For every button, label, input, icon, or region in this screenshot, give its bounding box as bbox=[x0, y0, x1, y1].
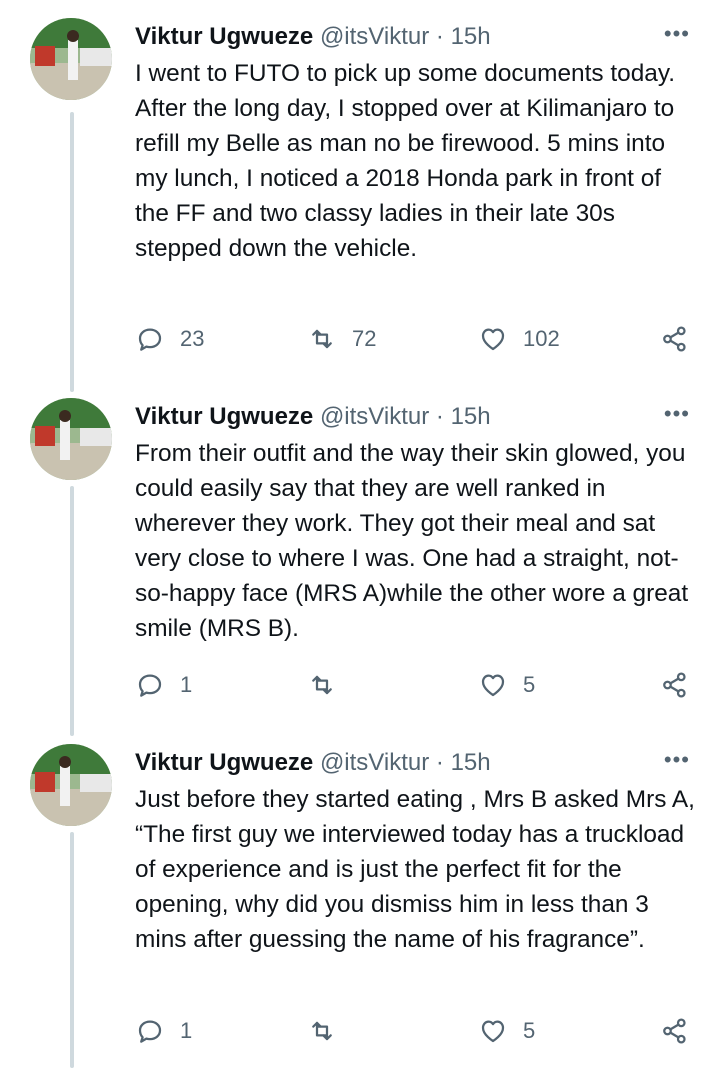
tweet-actions: 23 72 102 bbox=[135, 322, 695, 356]
share-icon bbox=[663, 672, 686, 698]
timestamp[interactable]: 15h bbox=[451, 23, 491, 50]
display-name[interactable]: Viktur Ugwueze bbox=[135, 403, 313, 430]
more-options-icon[interactable]: ••• bbox=[664, 21, 690, 47]
tweet-actions: 1 5 bbox=[135, 1014, 695, 1048]
avatar[interactable] bbox=[30, 18, 112, 100]
like-button[interactable]: 5 bbox=[478, 668, 535, 702]
avatar[interactable] bbox=[30, 744, 112, 826]
reply-button[interactable]: 23 bbox=[135, 322, 204, 356]
retweet-icon bbox=[312, 675, 332, 695]
timestamp[interactable]: 15h bbox=[451, 749, 491, 776]
like-button[interactable]: 102 bbox=[478, 322, 560, 356]
heart-icon bbox=[481, 1020, 505, 1043]
retweet-icon bbox=[312, 1021, 332, 1041]
user-handle[interactable]: @itsViktur bbox=[320, 403, 429, 430]
profile-photo bbox=[30, 18, 112, 100]
like-count: 102 bbox=[523, 326, 560, 351]
retweet-icon bbox=[312, 329, 332, 349]
share-button[interactable] bbox=[660, 668, 690, 702]
reply-count: 23 bbox=[180, 326, 205, 351]
retweet-button[interactable]: 72 bbox=[307, 322, 376, 356]
separator-dot: · bbox=[435, 749, 444, 776]
tweet[interactable]: Viktur Ugwueze @itsViktur · 15h ••• I we… bbox=[0, 18, 720, 368]
profile-photo bbox=[30, 744, 112, 826]
tweet[interactable]: Viktur Ugwueze @itsViktur · 15h ••• From… bbox=[0, 398, 720, 718]
retweet-button[interactable] bbox=[307, 1014, 352, 1048]
avatar[interactable] bbox=[30, 398, 112, 480]
tweet[interactable]: Viktur Ugwueze @itsViktur · 15h ••• Just… bbox=[0, 744, 720, 1064]
reply-button[interactable]: 1 bbox=[135, 668, 192, 702]
separator-dot: · bbox=[435, 403, 444, 430]
display-name[interactable]: Viktur Ugwueze bbox=[135, 749, 313, 776]
user-handle[interactable]: @itsViktur bbox=[320, 23, 429, 50]
like-button[interactable]: 5 bbox=[478, 1014, 535, 1048]
reply-button[interactable]: 1 bbox=[135, 1014, 192, 1048]
display-name[interactable]: Viktur Ugwueze bbox=[135, 23, 313, 50]
retweet-count: 72 bbox=[352, 326, 377, 351]
share-button[interactable] bbox=[660, 1014, 690, 1048]
reply-count: 1 bbox=[180, 1018, 193, 1043]
reply-count: 1 bbox=[180, 672, 193, 697]
timestamp[interactable]: 15h bbox=[451, 403, 491, 430]
share-icon bbox=[663, 1018, 686, 1044]
like-count: 5 bbox=[523, 1018, 536, 1043]
share-icon bbox=[663, 326, 686, 352]
reply-icon bbox=[138, 328, 162, 351]
more-options-icon[interactable]: ••• bbox=[664, 401, 690, 427]
tweet-actions: 1 5 bbox=[135, 668, 695, 702]
like-count: 5 bbox=[523, 672, 536, 697]
retweet-button[interactable] bbox=[307, 668, 352, 702]
tweet-text: I went to FUTO to pick up some documents… bbox=[135, 60, 675, 262]
tweet-text: Just before they started eating , Mrs B … bbox=[135, 786, 695, 953]
reply-icon bbox=[138, 1020, 162, 1043]
tweet-text: From their outfit and the way their skin… bbox=[135, 440, 689, 642]
reply-icon bbox=[138, 674, 162, 697]
user-handle[interactable]: @itsViktur bbox=[320, 749, 429, 776]
tweet-header: Viktur Ugwueze @itsViktur · 15h bbox=[135, 20, 700, 54]
heart-icon bbox=[481, 328, 505, 351]
heart-icon bbox=[481, 674, 505, 697]
separator-dot: · bbox=[435, 23, 444, 50]
tweet-header: Viktur Ugwueze @itsViktur · 15h bbox=[135, 400, 700, 434]
share-button[interactable] bbox=[660, 322, 690, 356]
profile-photo bbox=[30, 398, 112, 480]
more-options-icon[interactable]: ••• bbox=[664, 747, 690, 773]
tweet-header: Viktur Ugwueze @itsViktur · 15h bbox=[135, 746, 700, 780]
